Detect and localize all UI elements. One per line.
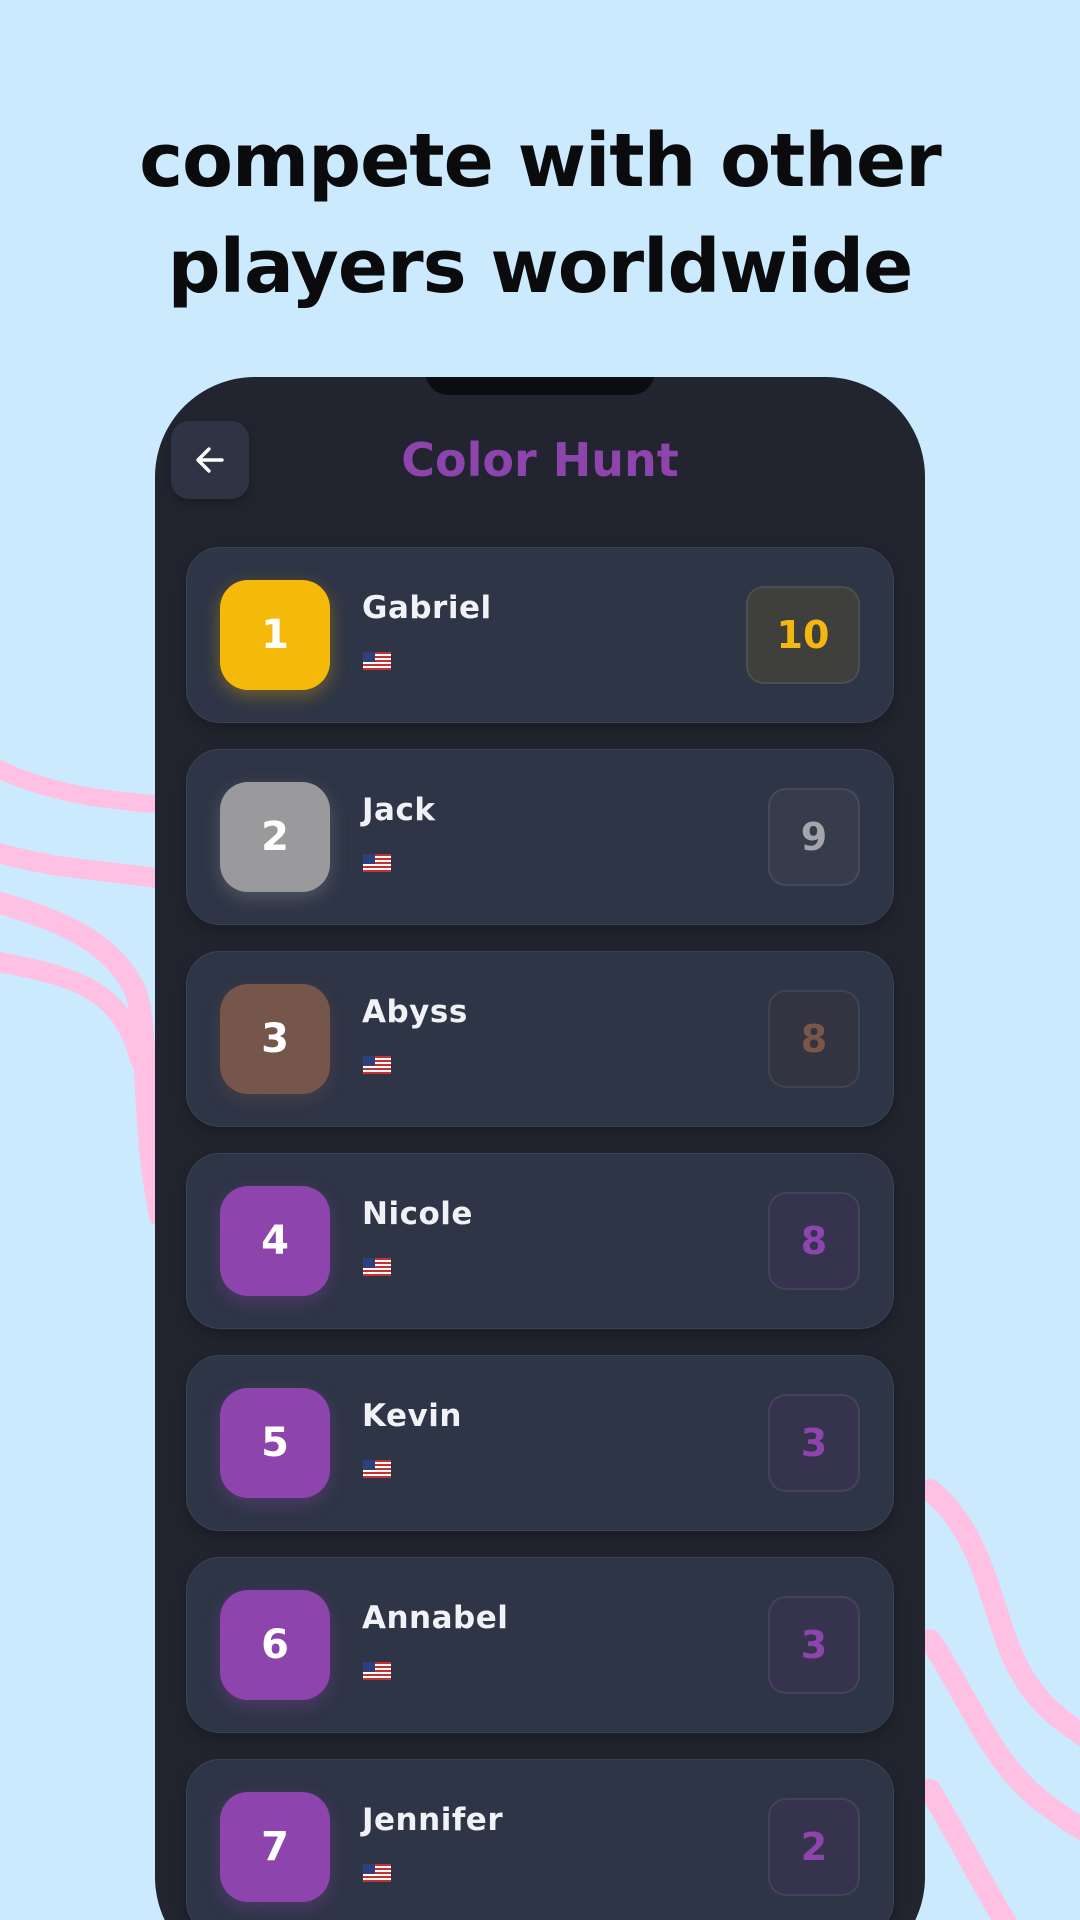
score-badge: 8 xyxy=(768,1192,860,1290)
rank-badge: 6 xyxy=(220,1590,330,1700)
phone-frame: Color Hunt 1 Gabriel 10 2 Jack 9 3 Abyss 8 4 Nicol… xyxy=(155,377,925,1920)
rank-badge: 5 xyxy=(220,1388,330,1498)
phone-notch xyxy=(425,377,655,395)
leaderboard-row[interactable]: 3 Abyss 8 xyxy=(186,951,894,1127)
player-name: Nicole xyxy=(362,1196,473,1232)
rank-badge: 7 xyxy=(220,1792,330,1902)
leaderboard-row[interactable]: 4 Nicole 8 xyxy=(186,1153,894,1329)
us-flag-icon xyxy=(363,1258,391,1276)
us-flag-icon xyxy=(363,854,391,872)
player-name: Kevin xyxy=(362,1398,462,1434)
score-badge: 3 xyxy=(768,1394,860,1492)
promo-screen: compete with other players worldwide Col… xyxy=(0,0,1080,1920)
player-name: Jack xyxy=(362,792,436,828)
us-flag-icon xyxy=(363,1056,391,1074)
score-badge: 10 xyxy=(746,586,860,684)
player-name: Jennifer xyxy=(362,1802,504,1838)
us-flag-icon xyxy=(363,1460,391,1478)
leaderboard-row[interactable]: 6 Annabel 3 xyxy=(186,1557,894,1733)
score-badge: 2 xyxy=(768,1798,860,1896)
us-flag-icon xyxy=(363,652,391,670)
promo-headline: compete with other players worldwide xyxy=(0,108,1080,320)
app-title: Color Hunt xyxy=(401,433,679,487)
rank-badge: 3 xyxy=(220,984,330,1094)
leaderboard-row[interactable]: 7 Jennifer 2 xyxy=(186,1759,894,1920)
leaderboard-row[interactable]: 2 Jack 9 xyxy=(186,749,894,925)
rank-badge: 4 xyxy=(220,1186,330,1296)
headline-line-1: compete with other xyxy=(139,118,941,204)
headline-line-2: players worldwide xyxy=(167,224,914,310)
leaderboard-row[interactable]: 5 Kevin 3 xyxy=(186,1355,894,1531)
score-badge: 8 xyxy=(768,990,860,1088)
rank-badge: 2 xyxy=(220,782,330,892)
rank-badge: 1 xyxy=(220,580,330,690)
player-name: Abyss xyxy=(362,994,468,1030)
leaderboard-list: 1 Gabriel 10 2 Jack 9 3 Abyss 8 4 Nicole 8 5 Kevin 3 6 A… xyxy=(186,547,894,1920)
us-flag-icon xyxy=(363,1662,391,1680)
player-name: Gabriel xyxy=(362,590,492,626)
leaderboard-row[interactable]: 1 Gabriel 10 xyxy=(186,547,894,723)
player-name: Annabel xyxy=(362,1600,509,1636)
us-flag-icon xyxy=(363,1864,391,1882)
score-badge: 9 xyxy=(768,788,860,886)
score-badge: 3 xyxy=(768,1596,860,1694)
